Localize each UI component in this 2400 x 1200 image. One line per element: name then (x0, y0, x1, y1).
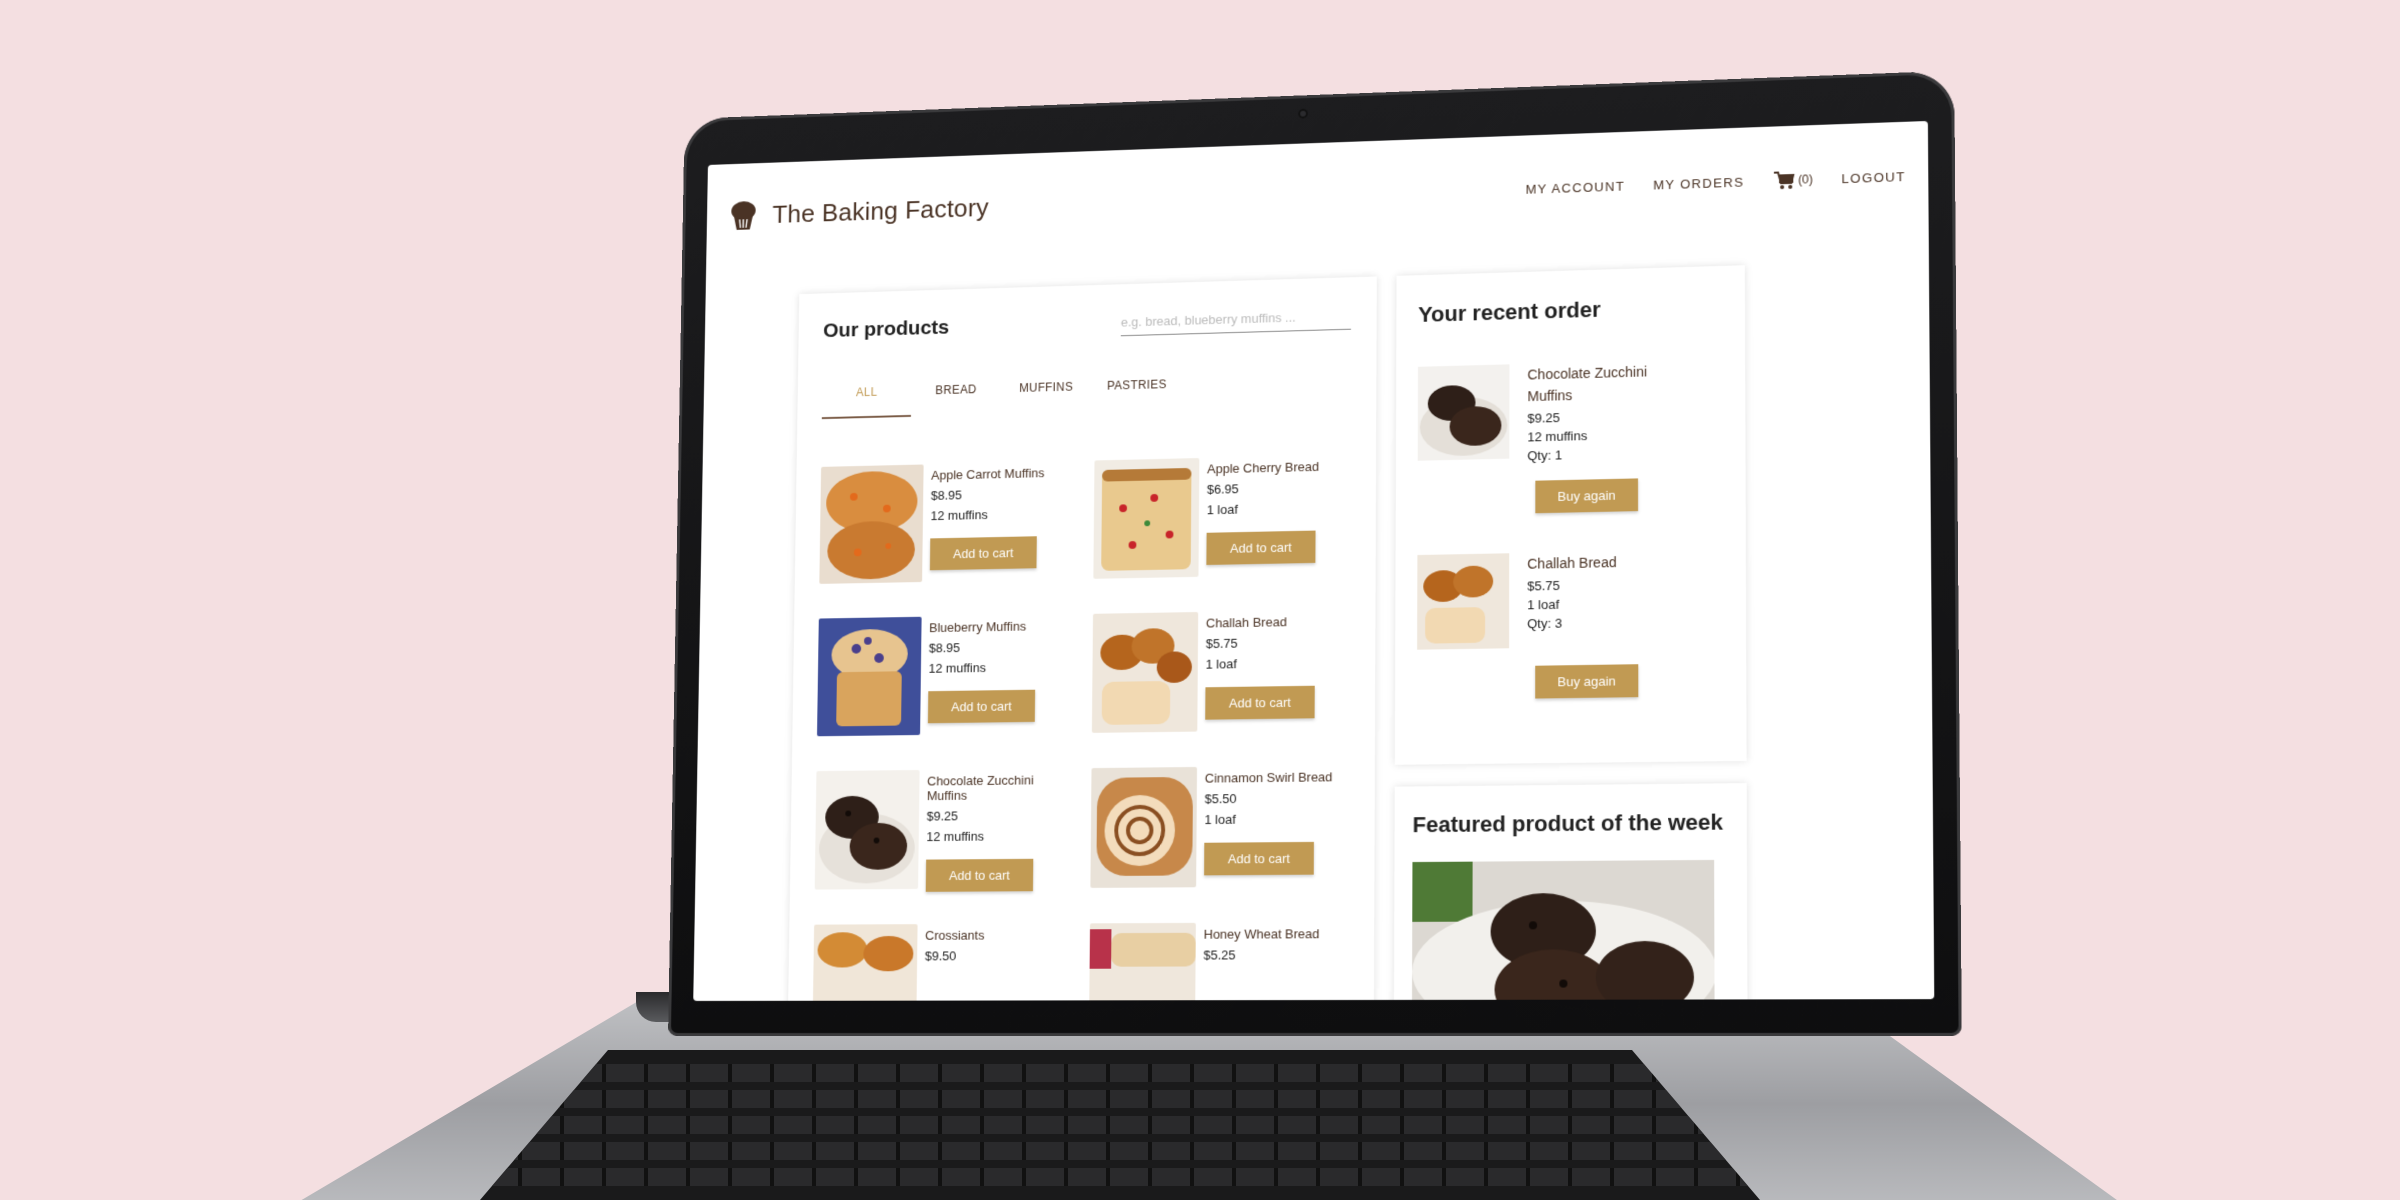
tab-all[interactable]: ALL (822, 384, 912, 419)
product-name[interactable]: Honey Wheat Bread (1204, 926, 1320, 941)
cinnamon-swirl-bread-image[interactable] (1090, 767, 1197, 888)
camera-icon (1298, 109, 1308, 119)
featured-product-panel: Featured product of the week (1394, 783, 1748, 1001)
apple-carrot-muffins-image[interactable] (819, 464, 923, 583)
laptop-keyboard (480, 1050, 1760, 1200)
add-to-cart-button[interactable]: Add to cart (1204, 842, 1314, 875)
site-header: The Baking Factory MY ACCOUNT MY ORDERS … (706, 121, 1929, 269)
honey-wheat-bread-image[interactable] (1089, 923, 1196, 1001)
order-item-price: $9.25 (1527, 407, 1668, 425)
product-price: $9.50 (925, 948, 984, 963)
nav-my-orders[interactable]: MY ORDERS (1653, 174, 1744, 192)
nav-my-account[interactable]: MY ACCOUNT (1526, 178, 1625, 196)
product-price: $9.25 (927, 808, 1068, 824)
product-name[interactable]: Chocolate Zucchini Muffins (927, 772, 1068, 803)
order-item-name[interactable]: Chocolate Zucchini Muffins (1527, 360, 1668, 407)
product-qty: 1 loaf (1204, 811, 1332, 827)
product-price: $5.50 (1205, 790, 1333, 806)
blueberry-muffins-image[interactable] (817, 617, 922, 736)
order-item: Chocolate Zucchini Muffins $9.25 12 muff… (1418, 359, 1723, 466)
tab-muffins[interactable]: MUFFINS (1001, 379, 1092, 414)
cart-button[interactable]: (0) (1773, 169, 1813, 190)
product-grid: Apple Carrot Muffins $8.95 12 muffins Ad… (812, 454, 1350, 1000)
add-to-cart-button[interactable]: Add to cart (1206, 531, 1315, 565)
product-qty: 1 loaf (1206, 655, 1315, 671)
product-name[interactable]: Challah Bread (1206, 614, 1315, 631)
product-price: $6.95 (1207, 480, 1319, 497)
nav-logout[interactable]: LOGOUT (1841, 169, 1905, 186)
order-item-size: 1 loaf (1527, 596, 1616, 612)
chocolate-zucchini-muffins-image[interactable] (815, 770, 920, 890)
add-to-cart-button[interactable]: Add to cart (930, 536, 1037, 570)
product-name[interactable]: Apple Cherry Bread (1207, 459, 1319, 476)
top-nav: MY ACCOUNT MY ORDERS (0) LOGOUT (1526, 166, 1906, 199)
apple-cherry-bread-image[interactable] (1093, 458, 1199, 579)
order-item-price: $5.75 (1527, 577, 1616, 593)
search-input[interactable] (1121, 302, 1351, 336)
product-qty: 12 muffins (926, 828, 1067, 844)
challah-bread-image[interactable] (1417, 553, 1509, 649)
product-name[interactable]: Cinnamon Swirl Bread (1205, 769, 1333, 785)
cart-icon (1773, 170, 1795, 190)
browser-viewport: The Baking Factory MY ACCOUNT MY ORDERS … (693, 121, 1934, 1001)
products-panel: Our products ALL BREAD MUFFINS PASTRIES (788, 276, 1377, 1001)
product-card: Apple Cherry Bread $6.95 1 loaf Add to c… (1093, 454, 1350, 580)
order-item-size: 12 muffins (1527, 426, 1668, 444)
product-card: Cinnamon Swirl Bread $5.50 1 loaf Add to… (1090, 765, 1349, 890)
product-card: Crossiants $9.50 (812, 923, 1066, 1000)
brand-name: The Baking Factory (772, 192, 989, 229)
order-item: Challah Bread $5.75 1 loaf Qty: 3 (1417, 549, 1724, 650)
order-item-qty: Qty: 3 (1527, 615, 1616, 631)
tab-pastries[interactable]: PASTRIES (1091, 377, 1182, 412)
product-price: $8.95 (931, 486, 1045, 503)
order-item-qty: Qty: 1 (1527, 445, 1668, 463)
challah-bread-image[interactable] (1092, 612, 1198, 733)
product-name[interactable]: Crossiants (925, 928, 984, 943)
logo[interactable]: The Baking Factory (727, 191, 989, 232)
recent-order-panel: Your recent order Chocolate Zucchini Muf… (1395, 265, 1747, 765)
muffin-icon (727, 199, 759, 232)
product-price: $8.95 (929, 639, 1036, 655)
category-tabs: ALL BREAD MUFFINS PASTRIES (822, 373, 1351, 420)
add-to-cart-button[interactable]: Add to cart (926, 859, 1033, 892)
add-to-cart-button[interactable]: Add to cart (1205, 686, 1314, 720)
chocolate-zucchini-muffins-image[interactable] (1418, 364, 1510, 460)
recent-order-title: Your recent order (1418, 293, 1723, 327)
crossiants-image[interactable] (812, 924, 917, 1001)
product-card: Challah Bread $5.75 1 loaf Add to cart (1092, 609, 1350, 734)
product-card: Blueberry Muffins $8.95 12 muffins Add t… (817, 614, 1070, 738)
tab-bread[interactable]: BREAD (911, 382, 1001, 417)
product-card: Honey Wheat Bread $5.25 (1089, 922, 1348, 1001)
product-price: $5.25 (1203, 947, 1319, 962)
product-card: Chocolate Zucchini Muffins $9.25 12 muff… (815, 768, 1069, 891)
product-price: $5.75 (1206, 635, 1315, 651)
featured-title: Featured product of the week (1413, 809, 1729, 838)
buy-again-button[interactable]: Buy again (1535, 664, 1638, 698)
featured-product-image[interactable] (1412, 860, 1715, 1001)
product-qty: 12 muffins (929, 660, 1036, 676)
add-to-cart-button[interactable]: Add to cart (928, 690, 1035, 724)
cart-count: (0) (1798, 172, 1813, 186)
order-item-name[interactable]: Challah Bread (1527, 551, 1616, 574)
products-title: Our products (823, 316, 949, 343)
product-card: Apple Carrot Muffins $8.95 12 muffins Ad… (819, 461, 1071, 586)
laptop-screen-bezel: The Baking Factory MY ACCOUNT MY ORDERS … (668, 71, 1962, 1036)
product-name[interactable]: Blueberry Muffins (929, 619, 1036, 635)
product-qty: 1 loaf (1207, 500, 1319, 517)
product-qty: 12 muffins (930, 506, 1044, 523)
buy-again-button[interactable]: Buy again (1535, 478, 1638, 513)
product-name[interactable]: Apple Carrot Muffins (931, 466, 1045, 483)
